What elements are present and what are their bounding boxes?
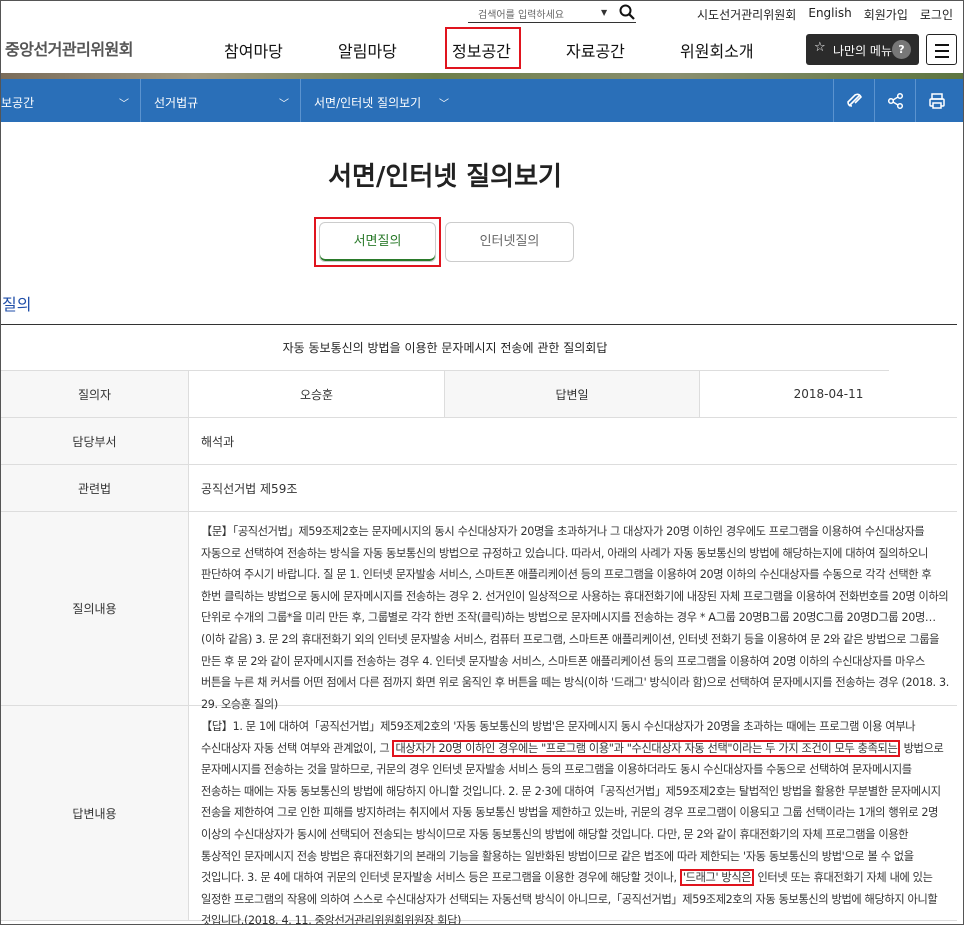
link-english[interactable]: English [808,6,851,23]
favorite-button[interactable] [833,79,874,122]
nav-notice[interactable]: 알림마당 [338,38,397,62]
my-menu-label: 나만의 메뉴 [833,44,893,58]
my-menu-button[interactable]: ☆ 나만의 메뉴 ? [806,34,919,65]
nav-data[interactable]: 자료공간 [566,38,625,62]
answer-label: 답변내용 [1,706,189,920]
breadcrumb-3[interactable]: 서면/인터넷 질의보기 ﹀ [301,79,466,122]
breadcrumb-2[interactable]: 선거법규 ﹀ [141,79,301,122]
question-label: 질의내용 [1,512,189,705]
utility-links: 시도선거관리위원회 English 회원가입 로그인 [685,6,953,23]
star-icon: ☆ [814,40,826,55]
asker-label: 질의자 [1,371,189,417]
bookmark-icon [847,93,862,107]
share-icon [887,92,904,110]
table-row: 답변내용 【답】1. 문 1에 대하여「공직선거법」제59조제2호의 '자동 동… [1,706,957,924]
link-signup[interactable]: 회원가입 [864,6,908,23]
link-login[interactable]: 로그인 [920,6,953,23]
header: 중앙선거관리위원회 참여마당 알림마당 정보공간 자료공간 위원회소개 ☆ 나만… [1,27,963,73]
law-value: 공직선거법 제59조 [201,481,298,496]
question-content: 【문】「공직선거법」제59조제2호는 문자메시지의 동시 수신대상자가 20명을… [201,525,949,711]
nav-about[interactable]: 위원회소개 [680,38,754,62]
table-row: 관련법 공직선거법 제59조 [1,465,957,512]
caret-down-icon[interactable]: ▼ [601,8,607,17]
chevron-down-icon: ﹀ [439,99,449,110]
search-box[interactable]: 검색어를 입력하세요 ▼ [468,4,636,23]
utility-bar: 검색어를 입력하세요 ▼ 시도선거관리위원회 English 회원가입 로그인 [1,1,963,27]
search-icon[interactable] [619,4,635,20]
print-icon [929,93,945,109]
menu-button[interactable] [926,34,957,65]
hamburger-icon [935,44,949,46]
table-row: 담당부서 해석과 [1,418,957,465]
site-logo[interactable]: 중앙선거관리위원회 [5,36,133,60]
tab-internet-inquiry[interactable]: 인터넷질의 [445,222,574,262]
page-frame: 검색어를 입력하세요 ▼ 시도선거관리위원회 English 회원가입 로그인 … [0,0,964,925]
answer-content: 【답】1. 문 1에 대하여「공직선거법」제59조제2호의 '자동 동보통신의 … [201,720,944,925]
help-icon[interactable]: ? [892,40,911,59]
law-label: 관련법 [1,465,189,511]
highlight-box: '드래그' 방식은 [679,869,755,887]
print-button[interactable] [915,79,956,122]
answer-date-value: 2018-04-11 [793,387,864,401]
section-title: 질의 [2,295,32,314]
nav-participation[interactable]: 참여마당 [224,38,283,62]
chevron-down-icon: ﹀ [119,99,129,110]
table-row: 질의자 오승훈 답변일 2018-04-11 [1,371,957,418]
breadcrumb-1[interactable]: 보공간 ﹀ [1,79,141,122]
question-title: 자동 동보통신의 방법을 이용한 문자메시지 전송에 관한 질의회답 [1,325,889,371]
highlight-box: 대상자가 20명 이하인 경우에는 "프로그램 이용"과 "수신대상자 자동 선… [392,739,901,757]
asker-value: 오승훈 [189,371,445,417]
share-button[interactable] [874,79,915,122]
dept-value: 해석과 [201,434,235,449]
dept-label: 담당부서 [1,418,189,464]
table-row: 질의내용 【문】「공직선거법」제59조제2호는 문자메시지의 동시 수신대상자가… [1,512,957,711]
tab-highlight-box [314,217,441,267]
location-bar: 보공간 ﹀ 선거법규 ﹀ 서면/인터넷 질의보기 ﹀ [1,79,963,122]
chevron-down-icon: ﹀ [279,99,289,110]
search-input[interactable]: 검색어를 입력하세요 [478,6,564,21]
answer-date-label: 답변일 [445,371,700,417]
link-regional-commission[interactable]: 시도선거관리위원회 [697,6,796,23]
page-title: 서면/인터넷 질의보기 [328,162,562,192]
nav-highlight-box [445,27,521,69]
